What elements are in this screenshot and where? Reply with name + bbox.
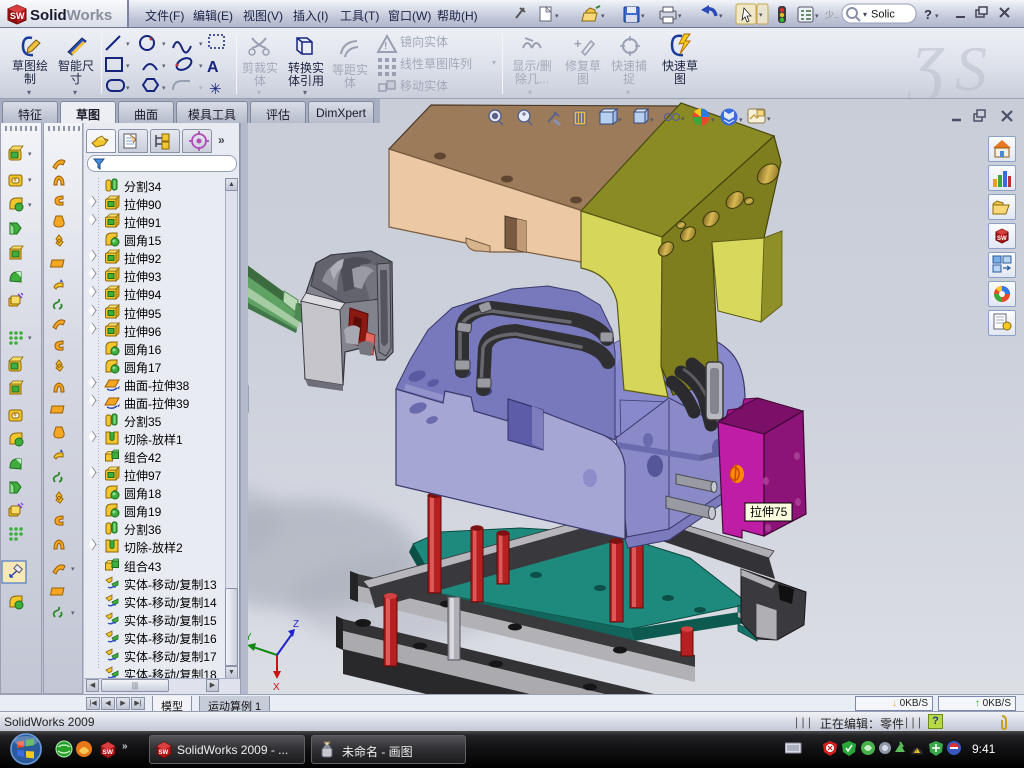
svg-text:!: ! [384,41,387,52]
svg-text:▾: ▾ [678,13,682,20]
svg-text:▾: ▾ [28,335,32,342]
svg-text:▾: ▾ [863,10,867,19]
svg-text:▾: ▾ [759,12,763,19]
svg-text:A: A [207,59,219,76]
svg-text:▾: ▾ [601,13,605,20]
svg-text:X: X [273,682,280,693]
svg-text:▾: ▾ [641,13,645,20]
svg-text:▾: ▾ [28,151,32,158]
svg-text:▾: ▾ [199,85,203,92]
svg-text:▾: ▾ [71,610,75,617]
svg-text:▾: ▾ [126,41,130,48]
svg-text:S: S [955,33,987,98]
svg-text:SolidWorks: SolidWorks [30,7,112,24]
svg-text:SW: SW [10,11,25,21]
svg-text:!: ! [916,749,917,755]
svg-text:▾: ▾ [126,63,130,70]
svg-text:▾: ▾ [162,41,166,48]
svg-text:Z: Z [293,619,299,630]
svg-text:▾: ▾ [815,13,819,20]
svg-text:▾: ▾ [199,41,203,48]
svg-text:拉伸75: 拉伸75 [750,504,788,519]
svg-text:+: + [574,36,582,51]
svg-text:SW: SW [103,749,114,756]
svg-text:Ʒ: Ʒ [906,33,945,98]
svg-text:▾: ▾ [28,177,32,184]
svg-text:▾: ▾ [28,202,32,209]
svg-text:▾: ▾ [71,566,75,573]
svg-text:▾: ▾ [162,63,166,70]
svg-text:Solic: Solic [871,9,895,21]
svg-text:▾: ▾ [162,85,166,92]
svg-text:SW: SW [159,750,169,756]
svg-text:»: » [122,741,128,752]
svg-text:▾: ▾ [719,13,723,20]
svg-text:▾: ▾ [199,63,203,70]
svg-text:▾: ▾ [555,13,559,20]
svg-text:✳: ✳ [209,81,222,96]
svg-text:少..: 少.. [825,10,839,20]
svg-text:?: ? [924,7,932,22]
svg-text:▾: ▾ [935,13,939,20]
svg-text:▾: ▾ [126,85,130,92]
